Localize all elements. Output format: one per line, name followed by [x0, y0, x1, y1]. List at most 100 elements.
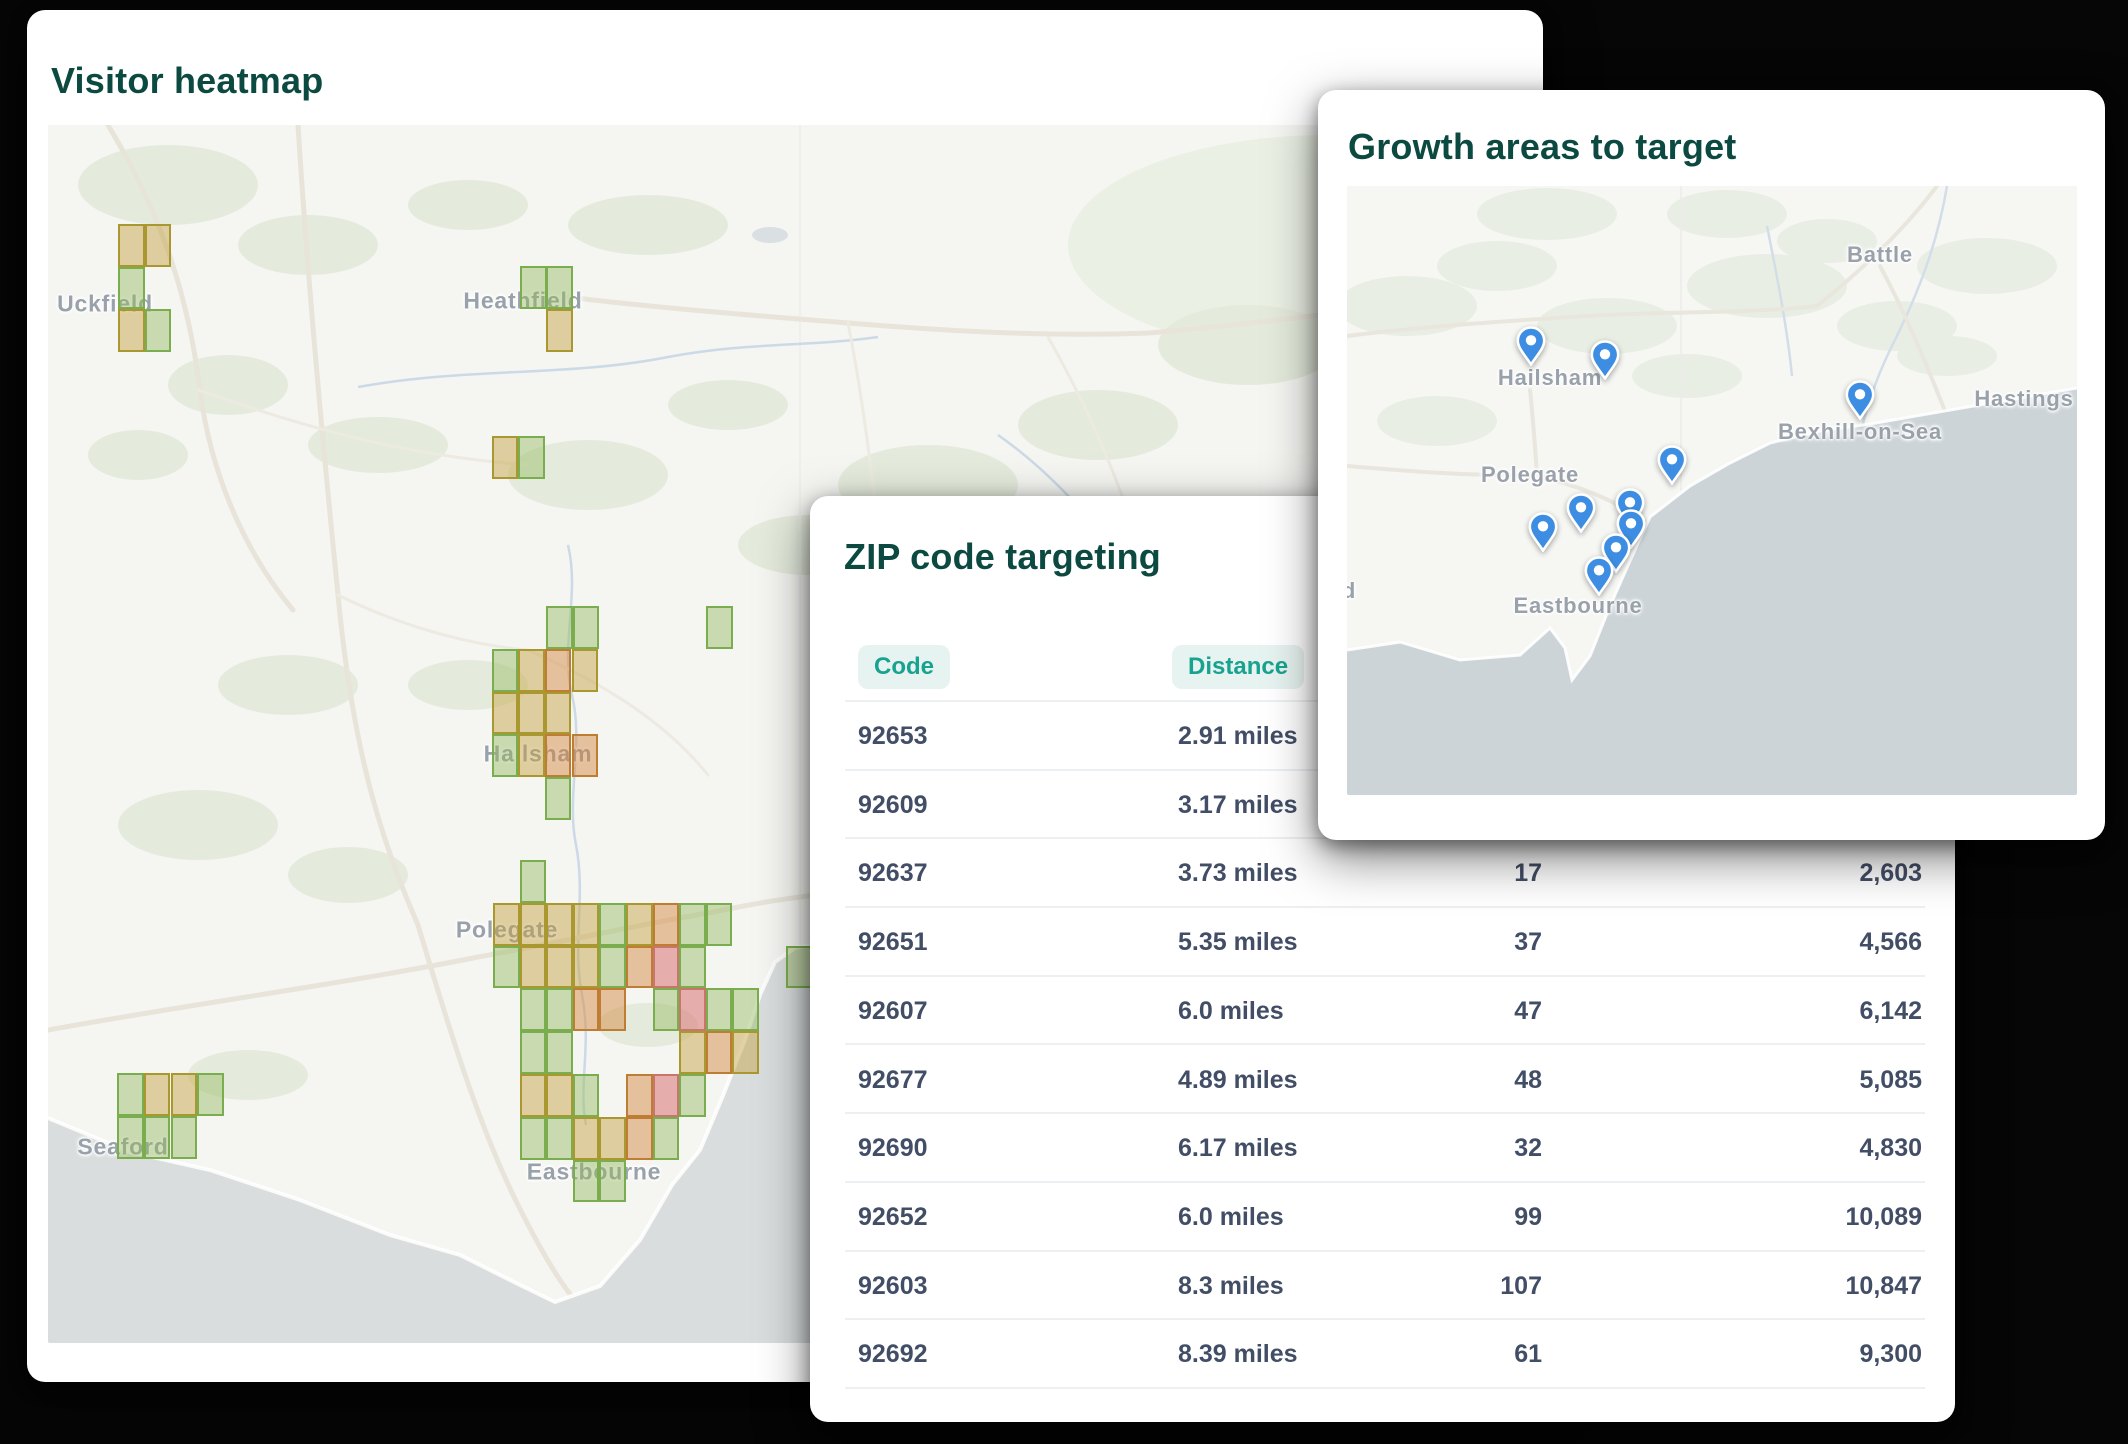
zip-distance-cell: 8.3 miles — [1178, 1252, 1284, 1321]
zip-count-cell: 37 — [1370, 908, 1542, 977]
zip-distance-cell: 8.39 miles — [1178, 1320, 1298, 1389]
zip-distance-cell: 3.17 miles — [1178, 771, 1298, 840]
heatmap-cell — [520, 903, 547, 946]
heatmap-cell — [626, 1117, 653, 1160]
heatmap-title: Visitor heatmap — [51, 60, 323, 102]
map-place-label: Bexhill-on-Sea — [1778, 419, 1942, 445]
zip-table-row: 926076.0 miles476,142 — [810, 977, 1955, 1046]
zip-code-cell: 92609 — [858, 771, 928, 840]
zip-count-cell: 99 — [1370, 1183, 1542, 1252]
zip-table-row: 926373.73 miles172,603 — [810, 839, 1955, 908]
heatmap-cell — [545, 777, 572, 820]
zip-code-cell: 92651 — [858, 908, 928, 977]
heatmap-cell — [197, 1073, 224, 1116]
heatmap-cell — [786, 946, 813, 989]
heatmap-cell — [573, 903, 600, 946]
zip-code-cell: 92637 — [858, 839, 928, 908]
map-place-label: Eastbourne — [1513, 593, 1642, 619]
heatmap-cell — [546, 903, 573, 946]
zip-distance-cell: 6.0 miles — [1178, 1183, 1284, 1252]
heatmap-cell — [653, 988, 680, 1031]
heatmap-cell — [679, 903, 706, 946]
zip-code-cell: 92692 — [858, 1320, 928, 1389]
heatmap-cell — [573, 1074, 600, 1117]
heatmap-cell — [546, 309, 573, 352]
heatmap-cell — [171, 1116, 198, 1159]
zip-count-cell: 17 — [1370, 839, 1542, 908]
heatmap-cell — [492, 649, 519, 692]
heatmap-cell — [546, 1031, 573, 1074]
heatmap-cell — [520, 266, 547, 309]
heatmap-cell — [599, 1160, 626, 1203]
zip-count-cell: 107 — [1370, 1252, 1542, 1321]
zip-code-cell: 92652 — [858, 1183, 928, 1252]
map-pin-icon[interactable] — [1516, 326, 1546, 366]
zip-table-row: 926526.0 miles9910,089 — [810, 1183, 1955, 1252]
map-pin-icon[interactable] — [1584, 556, 1614, 596]
map-pin-icon[interactable] — [1590, 340, 1620, 380]
zip-distance-cell: 5.35 miles — [1178, 908, 1298, 977]
heatmap-cell — [679, 1074, 706, 1117]
zip-count-cell: 47 — [1370, 977, 1542, 1046]
heatmap-cell — [573, 988, 600, 1031]
zip-code-cell: 92677 — [858, 1046, 928, 1115]
zip-column-header-distance[interactable]: Distance — [1172, 645, 1304, 689]
zip-distance-cell: 2.91 miles — [1178, 702, 1298, 771]
heatmap-cell — [118, 309, 145, 352]
heatmap-cell — [706, 1031, 733, 1074]
heatmap-cell — [545, 692, 572, 735]
heatmap-cell — [520, 1031, 547, 1074]
map-place-label: Battle — [1847, 242, 1913, 268]
zip-count-cell: 48 — [1370, 1046, 1542, 1115]
zip-code-cell: 92603 — [858, 1252, 928, 1321]
zip-total-cell: 4,566 — [1720, 908, 1922, 977]
heatmap-cell — [679, 1031, 706, 1074]
zip-table-row: 926906.17 miles324,830 — [810, 1114, 1955, 1183]
heatmap-cell — [626, 946, 653, 989]
heatmap-cell — [546, 606, 573, 649]
zip-count-cell: 32 — [1370, 1114, 1542, 1183]
heatmap-cell — [518, 734, 545, 777]
map-pin-icon[interactable] — [1566, 493, 1596, 533]
heatmap-cell — [706, 606, 733, 649]
zip-title: ZIP code targeting — [844, 536, 1161, 578]
heatmap-cell — [145, 309, 172, 352]
growth-map[interactable]: BattleHastingsBexhill-on-SeaHailshamPole… — [1347, 186, 2077, 795]
heatmap-cell — [572, 734, 599, 777]
growth-title: Growth areas to target — [1348, 126, 1736, 168]
zip-distance-cell: 6.0 miles — [1178, 977, 1284, 1046]
heatmap-cell — [573, 946, 600, 989]
heatmap-cell — [706, 903, 733, 946]
map-pin-icon[interactable] — [1657, 445, 1687, 485]
heatmap-cell — [599, 1117, 626, 1160]
heatmap-cell — [573, 606, 600, 649]
zip-count-cell: 61 — [1370, 1320, 1542, 1389]
zip-total-cell: 5,085 — [1720, 1046, 1922, 1115]
heatmap-cell — [546, 266, 573, 309]
heatmap-cell — [679, 946, 706, 989]
heatmap-cell — [546, 1117, 573, 1160]
heatmap-cell — [518, 436, 545, 479]
zip-column-header-code[interactable]: Code — [858, 645, 950, 689]
heatmap-cell — [492, 436, 519, 479]
zip-distance-cell: 4.89 miles — [1178, 1046, 1298, 1115]
heatmap-cell — [706, 988, 733, 1031]
heatmap-cell — [144, 1116, 171, 1159]
zip-table-row: 92603 8.3 miles 107 10,847 — [810, 1252, 1955, 1321]
heatmap-cell — [171, 1073, 198, 1116]
heatmap-cell — [117, 1073, 144, 1116]
heatmap-cell — [518, 692, 545, 735]
map-pin-icon[interactable] — [1845, 380, 1875, 420]
heatmap-cell — [573, 1117, 600, 1160]
heatmap-cell — [520, 988, 547, 1031]
zip-total-cell: 10,847 — [1720, 1252, 1922, 1321]
map-place-label: Hastings — [1974, 386, 2073, 412]
heatmap-cell — [546, 1074, 573, 1117]
heatmap-cell — [117, 1116, 144, 1159]
zip-code-cell: 92607 — [858, 977, 928, 1046]
heatmap-cell — [679, 988, 706, 1031]
map-pin-icon[interactable] — [1528, 512, 1558, 552]
heatmap-cell — [546, 988, 573, 1031]
heatmap-cell — [573, 1160, 600, 1203]
heatmap-cell — [520, 860, 547, 903]
